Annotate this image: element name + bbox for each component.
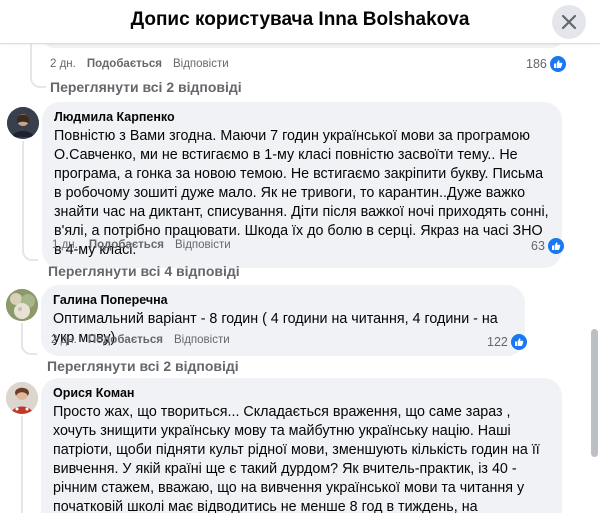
comment-author[interactable]: Людмила Карпенко: [54, 109, 550, 125]
thread-connector: [22, 247, 38, 261]
comment-actions: 2 дн. Подобається Відповісти: [51, 334, 230, 346]
like-link[interactable]: Подобається: [89, 239, 164, 251]
reply-link[interactable]: Відповісти: [173, 58, 229, 70]
avatar[interactable]: [6, 382, 38, 414]
scrollbar[interactable]: [591, 329, 598, 457]
thread-line: [21, 416, 23, 513]
thread-connector: [30, 74, 46, 88]
reply-link[interactable]: Відповісти: [175, 239, 231, 251]
comment-actions: 2 дн. Подобається Відповісти: [50, 58, 229, 70]
comments-feed[interactable]: 2 дн. Подобається Відповісти 186 Перегля…: [0, 44, 600, 513]
thumbs-up-icon: [510, 334, 527, 350]
thread-line: [22, 141, 24, 253]
reply-link[interactable]: Відповісти: [174, 334, 230, 346]
dialog-header: Допис користувача Inna Bolshakova: [0, 0, 600, 44]
previous-comment-bubble: [44, 44, 562, 48]
reactions-summary[interactable]: 63: [531, 238, 564, 254]
view-replies-link[interactable]: Переглянути всі 4 відповіді: [48, 263, 240, 279]
comment-bubble: Орися Коман Просто жах, що твориться... …: [41, 378, 562, 513]
view-replies-link[interactable]: Переглянути всі 2 відповіді: [50, 79, 242, 95]
thumbs-up-icon: [549, 56, 566, 72]
dialog-title: Допис користувача Inna Bolshakova: [130, 9, 470, 30]
thumbs-up-icon: [547, 238, 564, 254]
comment-actions: 1 дн. Подобається Відповісти: [52, 239, 231, 251]
avatar[interactable]: [7, 107, 39, 139]
comment-time[interactable]: 2 дн.: [51, 334, 77, 346]
reactions-summary[interactable]: 122: [487, 334, 527, 350]
comment-time[interactable]: 2 дн.: [50, 58, 76, 70]
comment-text: Просто жах, що твориться... Складається …: [53, 404, 540, 513]
close-button[interactable]: [552, 5, 586, 39]
reactions-count: 186: [526, 57, 547, 71]
reactions-summary[interactable]: 186: [526, 56, 566, 72]
comment-author[interactable]: Галина Поперечна: [53, 292, 513, 308]
reactions-count: 63: [531, 239, 545, 253]
avatar[interactable]: [6, 289, 38, 321]
comment-time[interactable]: 1 дн.: [52, 239, 78, 251]
reactions-count: 122: [487, 335, 508, 349]
like-link[interactable]: Подобається: [87, 58, 162, 70]
view-replies-link[interactable]: Переглянути всі 2 відповіді: [47, 358, 239, 374]
comment-author[interactable]: Орися Коман: [53, 385, 550, 401]
like-link[interactable]: Подобається: [88, 334, 163, 346]
close-icon: [561, 14, 577, 30]
thread-connector: [21, 341, 37, 355]
